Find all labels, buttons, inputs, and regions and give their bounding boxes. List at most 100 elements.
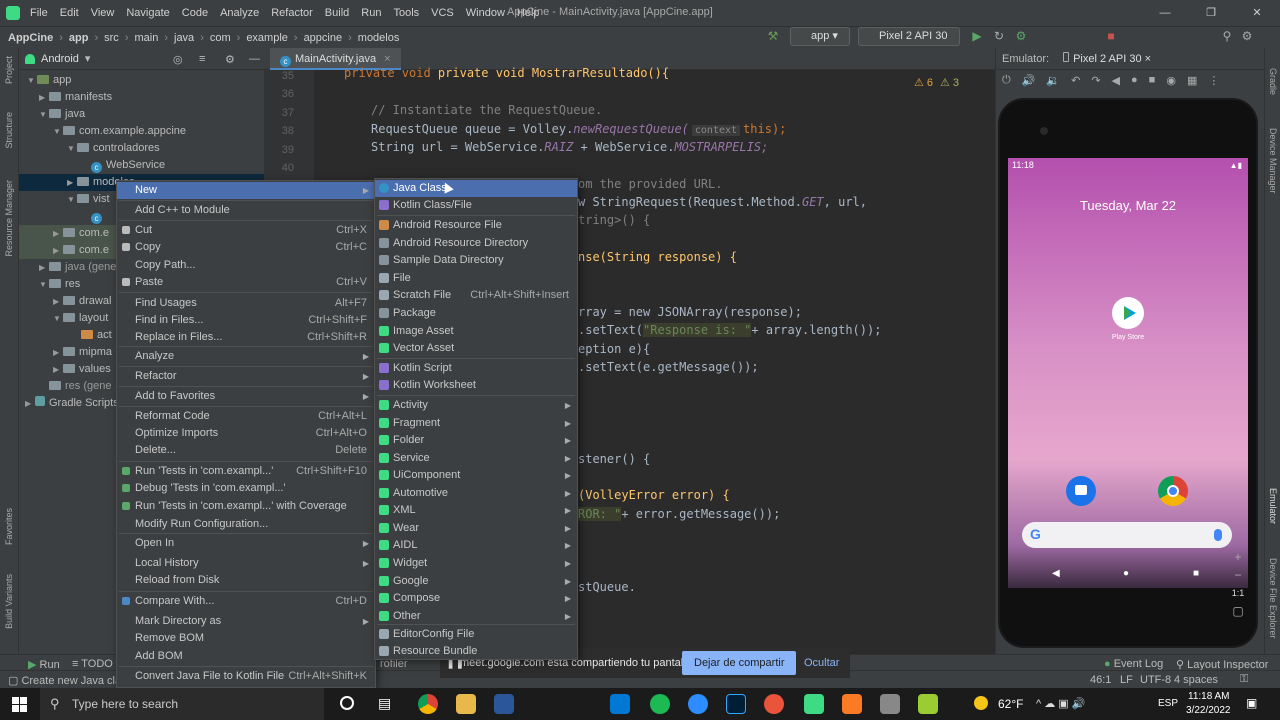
gradle-tool-tab[interactable]: Gradle	[1268, 68, 1278, 95]
close-button[interactable]: ✕	[1234, 0, 1280, 26]
nav-home-icon[interactable]: ●	[1123, 568, 1129, 579]
menu-item-new[interactable]: New ▶	[117, 182, 375, 199]
minimize-panel-icon[interactable]: —	[249, 53, 260, 65]
taskbar-search[interactable]: ⚲ Type here to search	[40, 688, 324, 720]
minimize-button[interactable]: —	[1142, 0, 1188, 26]
menu-item-replace-in-files[interactable]: Replace in Files... Ctrl+Shift+R	[117, 329, 375, 346]
globe-icon[interactable]: ◎	[173, 53, 183, 66]
hide-button[interactable]: Ocultar	[804, 657, 839, 669]
collapse-icon[interactable]: ≡	[199, 53, 205, 65]
menu-item-reload-from-disk[interactable]: Reload from Disk	[117, 572, 375, 589]
menu-item-find-in-files[interactable]: Find in Files... Ctrl+Shift+F	[117, 312, 375, 329]
device-manager-tool-tab[interactable]: Device Manager	[1268, 128, 1278, 194]
clock-date[interactable]: 3/22/2022	[1186, 705, 1231, 716]
menu-item-image-asset[interactable]: Image Asset	[375, 323, 577, 340]
menu-item-delete[interactable]: Delete... Delete	[117, 442, 375, 459]
menu-item-compose[interactable]: Compose ▶	[375, 590, 577, 607]
menu-item-other[interactable]: Other ▶	[375, 608, 577, 625]
photoshop-icon[interactable]	[726, 694, 746, 714]
menu-item-find-usages[interactable]: Find Usages Alt+F7	[117, 295, 375, 312]
hammer-icon[interactable]: ⚒	[766, 29, 780, 43]
nav-overview-icon[interactable]: ■	[1193, 568, 1199, 579]
volume-down-icon[interactable]: 🔉	[1046, 74, 1060, 92]
menu-item-package[interactable]: Package	[375, 305, 577, 322]
search-icon[interactable]: ⚲	[1220, 29, 1234, 43]
indent-setting[interactable]: 4 spaces	[1174, 674, 1218, 686]
project-tool-tab[interactable]: Project	[4, 56, 14, 84]
menu-item-run-tests-in-com-exampl[interactable]: Run 'Tests in 'com.exampl...' Ctrl+Shift+…	[117, 463, 375, 480]
xampp-icon[interactable]	[842, 694, 862, 714]
breadcrumb-item[interactable]: modelos	[358, 32, 400, 44]
word-icon[interactable]	[494, 694, 514, 714]
fit-screen-icon[interactable]: ▢	[1228, 602, 1248, 620]
menu-item-run-tests-in-com-exampl-with-coverage[interactable]: Run 'Tests in 'com.exampl...' with Cover…	[117, 498, 375, 515]
nav-back-icon[interactable]: ◀	[1052, 568, 1060, 579]
menu-item-cut[interactable]: Cut Ctrl+X	[117, 222, 375, 239]
resource-manager-tool-tab[interactable]: Resource Manager	[4, 180, 14, 257]
volume-up-icon[interactable]: 🔊	[1022, 74, 1036, 92]
warning-icon[interactable]: ⚠ 6	[914, 76, 933, 89]
menu-item-editorconfig-file[interactable]: EditorConfig File	[375, 626, 577, 643]
menu-file[interactable]: File	[24, 7, 54, 19]
breadcrumb-item[interactable]: app	[69, 32, 89, 44]
menu-item-google[interactable]: Google ▶	[375, 573, 577, 590]
zoom-out-button[interactable]: −	[1228, 566, 1248, 584]
menu-item-xml[interactable]: XML ▶	[375, 502, 577, 519]
clock-time[interactable]: 11:18 AM	[1188, 691, 1230, 702]
menu-analyze[interactable]: Analyze	[214, 7, 265, 19]
windows-start-icon[interactable]	[12, 697, 27, 712]
language-indicator[interactable]: ESP	[1158, 698, 1178, 709]
menu-item-service[interactable]: Service ▶	[375, 450, 577, 467]
menu-code[interactable]: Code	[176, 7, 214, 19]
menu-item-add-to-favorites[interactable]: Add to Favorites ▶	[117, 388, 375, 405]
menu-item-reformat-code[interactable]: Reformat Code Ctrl+Alt+L	[117, 408, 375, 425]
app-icon[interactable]	[880, 694, 900, 714]
breadcrumb-item[interactable]: src	[104, 32, 119, 44]
menu-build[interactable]: Build	[319, 7, 355, 19]
vscode-icon[interactable]	[610, 694, 630, 714]
more-icon[interactable]: ⋮	[1208, 74, 1219, 92]
todo-tool-button[interactable]: ≡ TODO	[72, 658, 113, 670]
android-studio-taskbar-icon[interactable]	[804, 694, 824, 714]
menu-item-copy[interactable]: Copy Ctrl+C	[117, 239, 375, 256]
menu-item-add-bom[interactable]: Add BOM	[117, 648, 375, 665]
mic-icon[interactable]	[1214, 529, 1222, 541]
menu-item-uicomponent[interactable]: UiComponent ▶	[375, 467, 577, 484]
breadcrumb-item[interactable]: example	[246, 32, 288, 44]
menu-vcs[interactable]: VCS	[425, 7, 460, 19]
notification-icon[interactable]: ▣	[1246, 696, 1257, 710]
menu-item-fragment[interactable]: Fragment ▶	[375, 415, 577, 432]
menu-item-analyze[interactable]: Analyze ▶	[117, 348, 375, 365]
stop-sharing-button[interactable]: Dejar de compartir	[682, 651, 797, 675]
tree-node[interactable]: ▼ java	[19, 106, 264, 123]
menu-view[interactable]: View	[85, 7, 121, 19]
menu-item-android-resource-directory[interactable]: Android Resource Directory	[375, 235, 577, 252]
menu-item-java-class[interactable]: Java Class	[375, 180, 577, 197]
structure-tool-tab[interactable]: Structure	[4, 112, 14, 149]
menu-item-compare-with[interactable]: Compare With... Ctrl+D	[117, 593, 375, 610]
app-icon[interactable]	[918, 694, 938, 714]
build-variants-tool-tab[interactable]: Build Variants	[4, 574, 14, 629]
menu-item-aidl[interactable]: AIDL ▶	[375, 537, 577, 554]
menu-item-widget[interactable]: Widget ▶	[375, 555, 577, 572]
event-log-button[interactable]: ● Event Log	[1104, 658, 1163, 670]
stop-icon[interactable]: ■	[1104, 29, 1118, 43]
zoom-in-button[interactable]: +	[1228, 548, 1248, 566]
emulator-tool-tab[interactable]: Emulator	[1268, 488, 1278, 524]
menu-item-kotlin-class-file[interactable]: Kotlin Class/File	[375, 197, 577, 214]
weak-warning-icon[interactable]: ⚠ 3	[940, 76, 959, 89]
maximize-button[interactable]: ❐	[1188, 0, 1234, 26]
breadcrumb-item[interactable]: AppCine	[8, 32, 53, 44]
emulator-device-tab[interactable]: Pixel 2 API 30 ×	[1063, 52, 1151, 65]
menu-tools[interactable]: Tools	[387, 7, 425, 19]
rerun-icon[interactable]: ↻	[992, 29, 1006, 43]
power-icon[interactable]: ⏻	[1002, 74, 1011, 92]
menu-item-local-history[interactable]: Local History ▶	[117, 555, 375, 572]
menu-item-convert-java-file-to-kotlin-file[interactable]: Convert Java File to Kotlin File Ctrl+Alt…	[117, 668, 375, 685]
menu-item-sample-data-directory[interactable]: Sample Data Directory	[375, 252, 577, 269]
menu-item-vector-asset[interactable]: Vector Asset	[375, 340, 577, 357]
menu-run[interactable]: Run	[355, 7, 387, 19]
breadcrumb-item[interactable]: java	[174, 32, 194, 44]
menu-item-remove-bom[interactable]: Remove BOM	[117, 630, 375, 647]
run-icon[interactable]: ▶	[970, 29, 984, 43]
